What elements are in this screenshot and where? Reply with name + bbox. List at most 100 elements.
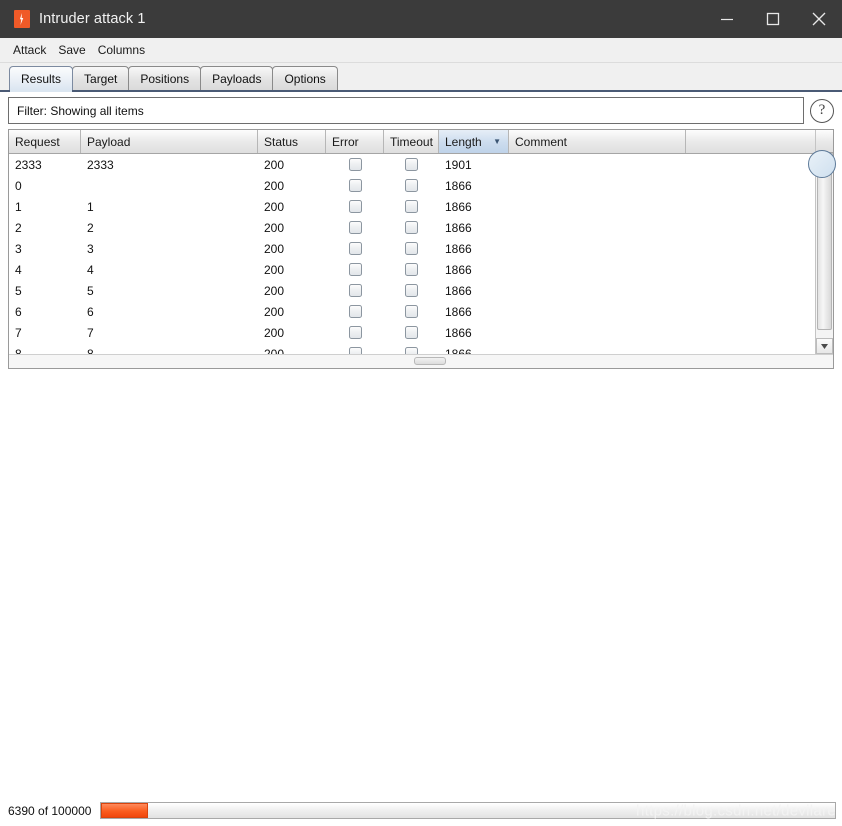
cell-timeout[interactable]	[384, 238, 439, 259]
title-bar: Intruder attack 1	[0, 0, 842, 38]
table-row[interactable]: 3 3 200 1866	[9, 238, 815, 259]
table-row[interactable]: 1 1 200 1866	[9, 196, 815, 217]
tab-target[interactable]: Target	[72, 66, 130, 90]
column-header-label: Request	[15, 134, 60, 149]
timeout-checkbox[interactable]	[405, 242, 418, 255]
cell-error[interactable]	[326, 259, 384, 280]
cell-timeout[interactable]	[384, 154, 439, 175]
cell-timeout[interactable]	[384, 322, 439, 343]
help-icon[interactable]: ?	[810, 98, 834, 123]
cell-timeout[interactable]	[384, 301, 439, 322]
tab-positions[interactable]: Positions	[128, 66, 202, 90]
cell-timeout[interactable]	[384, 175, 439, 196]
cell-payload: 6	[87, 304, 94, 319]
column-header-length[interactable]: Length ▼	[439, 130, 509, 153]
cell-timeout[interactable]	[384, 196, 439, 217]
horizontal-scrollbar[interactable]	[9, 354, 833, 368]
error-checkbox[interactable]	[348, 179, 362, 192]
column-header-timeout[interactable]: Timeout	[384, 130, 439, 153]
sort-descending-icon: ▼	[493, 137, 501, 146]
timeout-checkbox[interactable]	[405, 263, 418, 276]
error-checkbox[interactable]	[348, 221, 362, 234]
cell-error[interactable]	[326, 301, 384, 322]
filter-input[interactable]: Filter: Showing all items	[8, 97, 804, 124]
cell-error[interactable]	[326, 196, 384, 217]
table-row[interactable]: 8 8 200 1866	[9, 343, 815, 354]
column-header-comment[interactable]: Comment	[509, 130, 686, 153]
error-checkbox[interactable]	[348, 242, 362, 255]
window-controls	[704, 0, 842, 38]
progress-bar	[100, 802, 836, 819]
timeout-checkbox[interactable]	[405, 284, 418, 297]
column-header-request[interactable]: Request	[9, 130, 81, 153]
error-checkbox[interactable]	[348, 305, 362, 318]
cell-payload	[81, 175, 258, 196]
cell-error[interactable]	[326, 217, 384, 238]
table-row[interactable]: 7 7 200 1866	[9, 322, 815, 343]
error-checkbox[interactable]	[348, 158, 362, 171]
cell-error[interactable]	[326, 322, 384, 343]
cell-timeout[interactable]	[384, 280, 439, 301]
cell-request: 7	[15, 325, 22, 340]
tab-payloads[interactable]: Payloads	[200, 66, 274, 90]
cell-status: 200	[264, 220, 285, 235]
cell-timeout[interactable]	[384, 343, 439, 354]
table-row[interactable]: 2 2 200 1866	[9, 217, 815, 238]
cell-payload: 4	[87, 262, 94, 277]
menu-item-attack[interactable]: Attack	[8, 41, 51, 59]
cell-request: 5	[15, 283, 22, 298]
cell-error[interactable]	[326, 280, 384, 301]
scrollbar-track[interactable]	[816, 169, 833, 338]
timeout-checkbox[interactable]	[405, 347, 418, 354]
table-row[interactable]: 5 5 200 1866	[9, 280, 815, 301]
cell-payload: 7	[87, 325, 94, 340]
timeout-checkbox[interactable]	[405, 305, 418, 318]
column-header-label: Length	[445, 134, 482, 149]
error-checkbox[interactable]	[348, 284, 362, 297]
column-header-status[interactable]: Status	[258, 130, 326, 153]
scrollbar-thumb[interactable]	[817, 171, 832, 330]
menu-item-save[interactable]: Save	[53, 41, 90, 59]
cell-comment	[509, 217, 686, 238]
error-checkbox[interactable]	[348, 347, 362, 354]
vertical-scrollbar[interactable]	[808, 130, 836, 354]
error-checkbox[interactable]	[348, 326, 362, 339]
column-header-payload[interactable]: Payload	[81, 130, 258, 153]
cell-request: 0	[15, 178, 22, 193]
status-bar: 6390 of 100000 https://blog.csdn.net/dev…	[0, 795, 842, 826]
cell-payload: 3	[87, 241, 94, 256]
tab-results[interactable]: Results	[9, 66, 74, 92]
cell-error[interactable]	[326, 154, 384, 175]
timeout-checkbox[interactable]	[405, 221, 418, 234]
cell-timeout[interactable]	[384, 259, 439, 280]
cell-error[interactable]	[326, 238, 384, 259]
error-checkbox[interactable]	[348, 200, 362, 213]
minimize-button[interactable]	[704, 0, 750, 38]
menu-item-columns[interactable]: Columns	[93, 41, 150, 59]
results-table-main: Request Payload Status Error Timeout Length ▼ C…	[9, 130, 815, 354]
cell-payload: 8	[87, 346, 94, 355]
table-row[interactable]: 4 4 200 1866	[9, 259, 815, 280]
table-row[interactable]: 0 200 1866	[9, 175, 815, 196]
timeout-checkbox[interactable]	[405, 200, 418, 213]
cell-timeout[interactable]	[384, 217, 439, 238]
cell-comment	[509, 154, 686, 175]
column-header-error[interactable]: Error	[326, 130, 384, 153]
table-header-row: Request Payload Status Error Timeout Length ▼ C…	[9, 130, 815, 154]
cursor-indicator	[808, 150, 836, 178]
close-button[interactable]	[796, 0, 842, 38]
timeout-checkbox[interactable]	[405, 326, 418, 339]
timeout-checkbox[interactable]	[405, 158, 418, 171]
cell-error[interactable]	[326, 343, 384, 354]
error-checkbox[interactable]	[348, 263, 362, 276]
cell-error[interactable]	[326, 175, 384, 196]
table-row[interactable]: 6 6 200 1866	[9, 301, 815, 322]
scroll-down-button[interactable]	[816, 338, 833, 354]
table-row[interactable]: 2333 2333 200 1901	[9, 154, 815, 175]
cell-comment	[509, 259, 686, 280]
cell-status: 200	[264, 262, 285, 277]
timeout-checkbox[interactable]	[405, 179, 418, 192]
horizontal-scrollbar-thumb[interactable]	[414, 357, 446, 365]
tab-options[interactable]: Options	[272, 66, 338, 90]
maximize-button[interactable]	[750, 0, 796, 38]
